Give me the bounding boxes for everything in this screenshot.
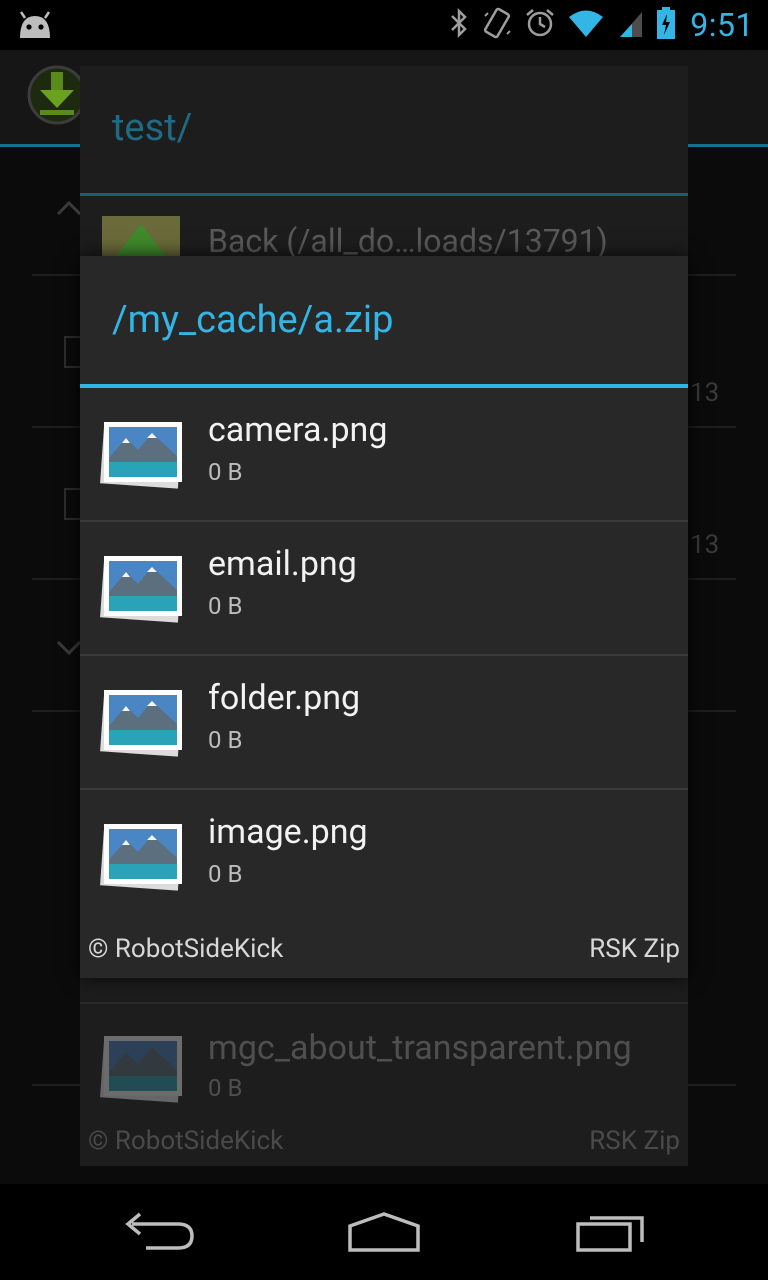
file-name: mgc_about_transparent.png xyxy=(208,1028,632,1068)
image-thumbnail-icon xyxy=(100,418,186,498)
list-item-image[interactable]: image.png 0 B xyxy=(80,790,688,922)
back-row[interactable]: Back (/all_do…loads/13791) xyxy=(80,196,688,260)
wifi-icon xyxy=(556,8,604,42)
android-icon xyxy=(16,10,54,44)
battery-icon xyxy=(644,6,676,44)
chevron-up-icon xyxy=(56,200,82,220)
bluetooth-icon xyxy=(436,7,470,43)
zip-contents-dialog: /my_cache/a.zip camera.png 0 B email.png… xyxy=(80,256,688,978)
list-item-email[interactable]: email.png 0 B xyxy=(80,522,688,654)
image-thumbnail-icon xyxy=(100,820,186,900)
status-bar: 9:51 xyxy=(0,0,768,50)
download-icon xyxy=(26,64,88,130)
dialog-title: /my_cache/a.zip xyxy=(112,298,394,342)
back-up-icon xyxy=(102,216,180,256)
recents-icon[interactable] xyxy=(574,1212,646,1256)
file-name: folder.png xyxy=(208,678,361,718)
file-size: 0 B xyxy=(208,592,243,620)
file-name: camera.png xyxy=(208,410,388,450)
file-size: 0 B xyxy=(208,458,243,486)
list-item[interactable]: mgc_about_transparent.png 0 B xyxy=(80,1002,688,1138)
home-icon[interactable] xyxy=(346,1212,422,1256)
list-item-camera[interactable]: camera.png 0 B xyxy=(80,388,688,520)
file-size: 0 B xyxy=(208,726,243,754)
footer-copyright: © RobotSideKick xyxy=(88,1126,284,1156)
back-label: Back (/all_do…loads/13791) xyxy=(208,222,608,260)
file-size: 0 B xyxy=(208,1074,243,1102)
file-name: email.png xyxy=(208,544,357,584)
clock: 9:51 xyxy=(690,6,754,44)
vibrate-icon xyxy=(470,6,512,44)
back-icon[interactable] xyxy=(124,1212,196,1256)
background-dialog-title: test/ xyxy=(112,106,193,150)
footer-app-name: RSK Zip xyxy=(589,1126,680,1156)
alarm-icon xyxy=(512,7,556,43)
footer-copyright: © RobotSideKick xyxy=(88,934,284,964)
image-thumbnail-icon xyxy=(100,686,186,766)
file-size: 0 B xyxy=(208,860,243,888)
list-item-folder[interactable]: folder.png 0 B xyxy=(80,656,688,788)
image-thumbnail-icon xyxy=(100,1032,186,1112)
navigation-bar xyxy=(0,1184,768,1280)
chevron-down-icon xyxy=(56,640,82,660)
list-item-number: 13 xyxy=(690,378,720,408)
image-thumbnail-icon xyxy=(100,552,186,632)
footer-app-name: RSK Zip xyxy=(589,934,680,964)
file-name: image.png xyxy=(208,812,368,852)
signal-icon xyxy=(606,8,644,42)
list-item-number: 13 xyxy=(690,530,720,560)
